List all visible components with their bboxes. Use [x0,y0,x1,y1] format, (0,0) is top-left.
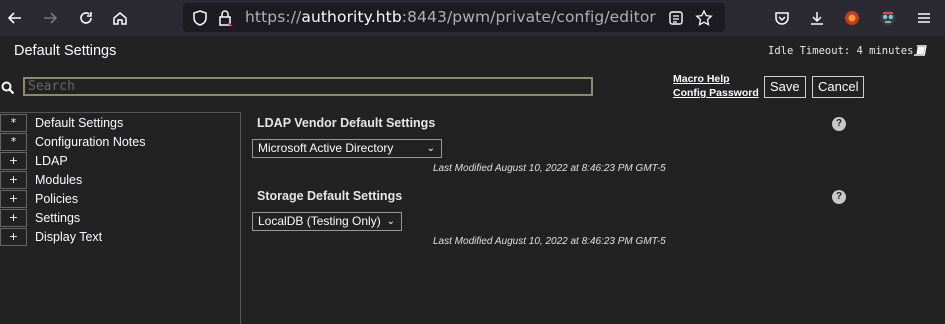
chevron-down-icon: ⌄ [386,216,395,227]
ldap-vendor-select[interactable]: Microsoft Active Directory ⌄ [252,139,442,158]
nav-item-modules[interactable]: + Modules [0,170,241,189]
browser-toolbar: https://authority.htb:8443/pwm/private/c… [0,0,945,36]
bookmark-star-icon[interactable] [695,9,713,27]
help-icon[interactable]: ? [832,117,846,131]
nav-toggle[interactable]: * [0,132,27,151]
idle-timeout: Idle Timeout: 4 minutes [768,45,914,57]
url-scheme: https:// [245,8,302,26]
select-value: LocalDB (Testing Only) [258,214,381,228]
help-icon[interactable]: ? [832,190,846,204]
nav-item-settings[interactable]: + Settings [0,208,241,227]
account-icon[interactable] [876,6,900,30]
url-bar[interactable]: https://authority.htb:8443/pwm/private/c… [183,3,725,32]
lock-icon[interactable] [216,9,234,27]
storage-select[interactable]: LocalDB (Testing Only) ⌄ [252,212,402,231]
url-host: authority.htb [301,8,402,26]
nav-item-configuration-notes[interactable]: * Configuration Notes [0,132,241,151]
nav-item-policies[interactable]: + Policies [0,189,241,208]
forward-icon[interactable] [38,6,62,30]
nav-item-label[interactable]: Display Text [35,230,102,244]
url-text[interactable]: https://authority.htb:8443/pwm/private/c… [245,8,656,26]
nav-item-ldap[interactable]: + LDAP [0,151,241,170]
nav-expand-toggle[interactable]: + [0,189,27,208]
url-port: :8443 [401,8,447,26]
reader-icon[interactable] [667,9,685,27]
settings-nav-tree: * Default Settings * Configuration Notes… [0,112,241,324]
shield-icon[interactable] [191,9,209,27]
config-editor-page: Default Settings Idle Timeout: 4 minutes… [0,36,945,324]
nav-item-label[interactable]: Configuration Notes [35,135,145,149]
menu-icon[interactable] [912,6,936,30]
extension-icon[interactable] [840,6,864,30]
home-icon[interactable] [108,6,132,30]
nav-item-default-settings[interactable]: * Default Settings [0,113,241,132]
download-icon[interactable] [805,6,829,30]
search-icon [1,81,15,95]
url-path: /pwm/private/config/editor [446,8,656,26]
reload-icon[interactable] [74,6,98,30]
chevron-down-icon: ⌄ [426,143,435,154]
cancel-button[interactable]: Cancel [812,76,865,98]
config-password-link[interactable]: Config Password [673,87,759,99]
nav-item-label[interactable]: Settings [35,211,80,225]
nav-expand-toggle[interactable]: + [0,208,27,227]
last-modified-text: Last Modified August 10, 2022 at 8:46:23… [433,163,666,174]
nav-item-label[interactable]: LDAP [35,154,68,168]
last-modified-text: Last Modified August 10, 2022 at 8:46:23… [433,236,666,247]
back-icon[interactable] [3,6,27,30]
nav-toggle[interactable]: * [0,113,27,132]
nav-item-label[interactable]: Modules [35,173,82,187]
pocket-icon[interactable] [770,6,794,30]
nav-expand-toggle[interactable]: + [0,151,27,170]
save-button[interactable]: Save [764,76,806,98]
ldap-vendor-settings-title: LDAP Vendor Default Settings [257,116,436,130]
book-icon[interactable] [914,45,928,58]
macro-help-link[interactable]: Macro Help [673,73,730,85]
nav-expand-toggle[interactable]: + [0,227,27,246]
storage-settings-title: Storage Default Settings [257,189,403,203]
select-value: Microsoft Active Directory [258,141,394,155]
page-title: Default Settings [14,43,117,59]
nav-expand-toggle[interactable]: + [0,170,27,189]
nav-item-label[interactable]: Policies [35,192,78,206]
search-input[interactable] [23,77,593,96]
nav-item-label[interactable]: Default Settings [35,116,123,130]
nav-item-display-text[interactable]: + Display Text [0,227,241,246]
